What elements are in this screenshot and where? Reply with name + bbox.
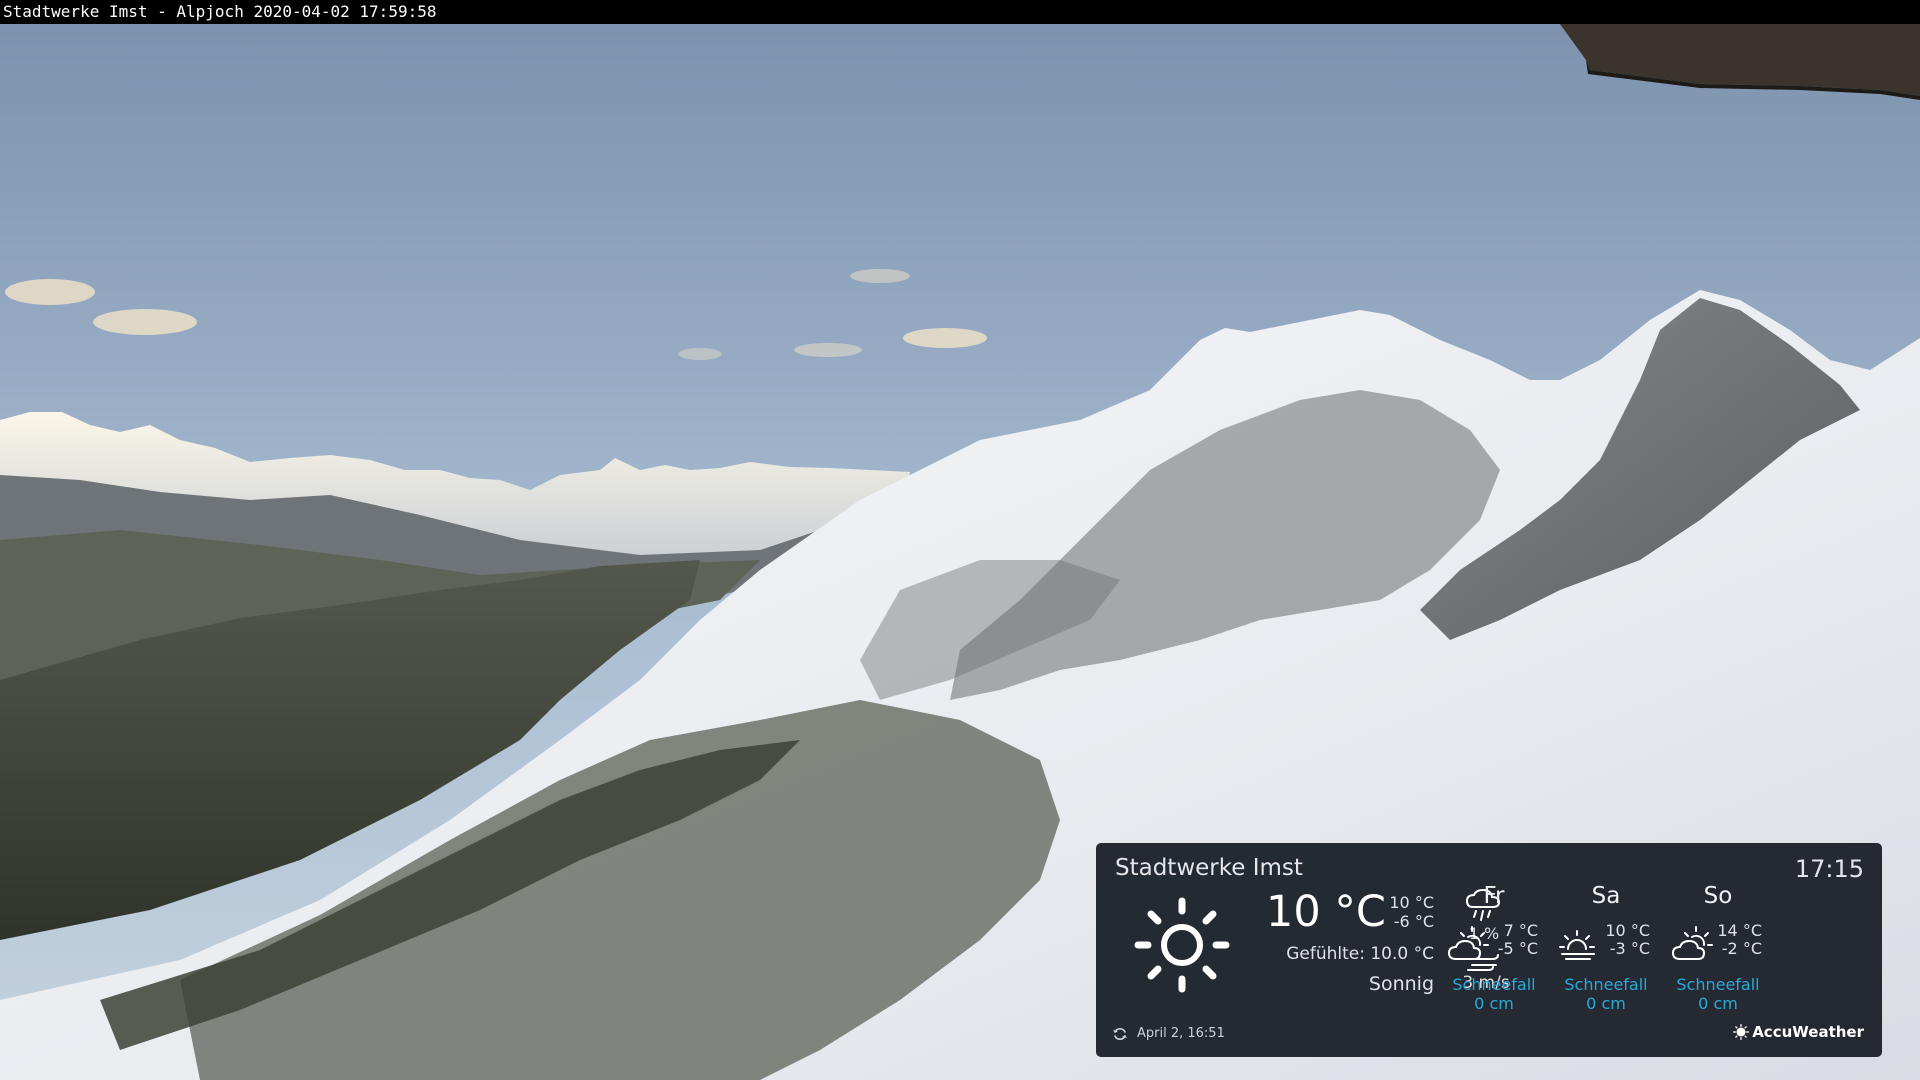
current-temperature: 10 °C <box>1266 887 1386 937</box>
current-time: 17:15 <box>1794 855 1864 883</box>
forecast-day-name: So <box>1703 883 1733 909</box>
forecast-snow-label: Schneefall <box>1564 975 1648 994</box>
condition-text: Sonnig <box>1368 973 1434 995</box>
forecast-high: 7 °C <box>1503 921 1538 940</box>
refresh-icon[interactable] <box>1112 1026 1128 1042</box>
accuweather-logo[interactable]: AccuWeather <box>1733 1023 1864 1041</box>
forecast-snow-amount: 0 cm <box>1698 994 1738 1013</box>
today-high: 10 °C <box>1389 893 1434 912</box>
forecast-low: -5 °C <box>1497 939 1538 958</box>
feels-like: Gefühlte: 10.0 °C <box>1286 944 1434 964</box>
last-updated: April 2, 16:51 <box>1137 1026 1225 1041</box>
forecast-high: 10 °C <box>1605 921 1650 940</box>
forecast-day-fr: Fr 7 °C -5 °C Schneefall 0 cm <box>1438 883 1550 1043</box>
brand-name: AccuWeather <box>1752 1023 1864 1041</box>
camera-title-bar: Stadtwerke Imst - Alpjoch 2020-04-02 17:… <box>0 0 1920 24</box>
location-name: Stadtwerke Imst <box>1115 855 1303 881</box>
sun-icon <box>1134 897 1230 993</box>
weather-widget: Stadtwerke Imst 17:15 10 °C 10 °C -6 °C … <box>1096 843 1882 1057</box>
forecast-day-name: Fr <box>1483 883 1505 909</box>
forecast-snow-label: Schneefall <box>1452 975 1536 994</box>
forecast-high: 14 °C <box>1717 921 1762 940</box>
partly-cloudy-icon <box>1447 926 1489 960</box>
partly-cloudy-icon <box>1671 926 1713 960</box>
forecast-low: -3 °C <box>1609 939 1650 958</box>
forecast-low: -2 °C <box>1721 939 1762 958</box>
sun-haze-icon <box>1559 930 1595 960</box>
forecast-day-so: So 14 °C -2 °C Schneefall 0 cm <box>1662 883 1774 1043</box>
forecast-day-sa: Sa 10 °C -3 °C Schneefall 0 cm <box>1550 883 1662 1043</box>
forecast-snow-amount: 0 cm <box>1474 994 1514 1013</box>
today-low: -6 °C <box>1393 912 1434 931</box>
forecast-snow-amount: 0 cm <box>1586 994 1626 1013</box>
forecast-snow-label: Schneefall <box>1676 975 1760 994</box>
accuweather-sun-icon <box>1733 1024 1750 1040</box>
forecast-day-name: Sa <box>1591 883 1621 909</box>
